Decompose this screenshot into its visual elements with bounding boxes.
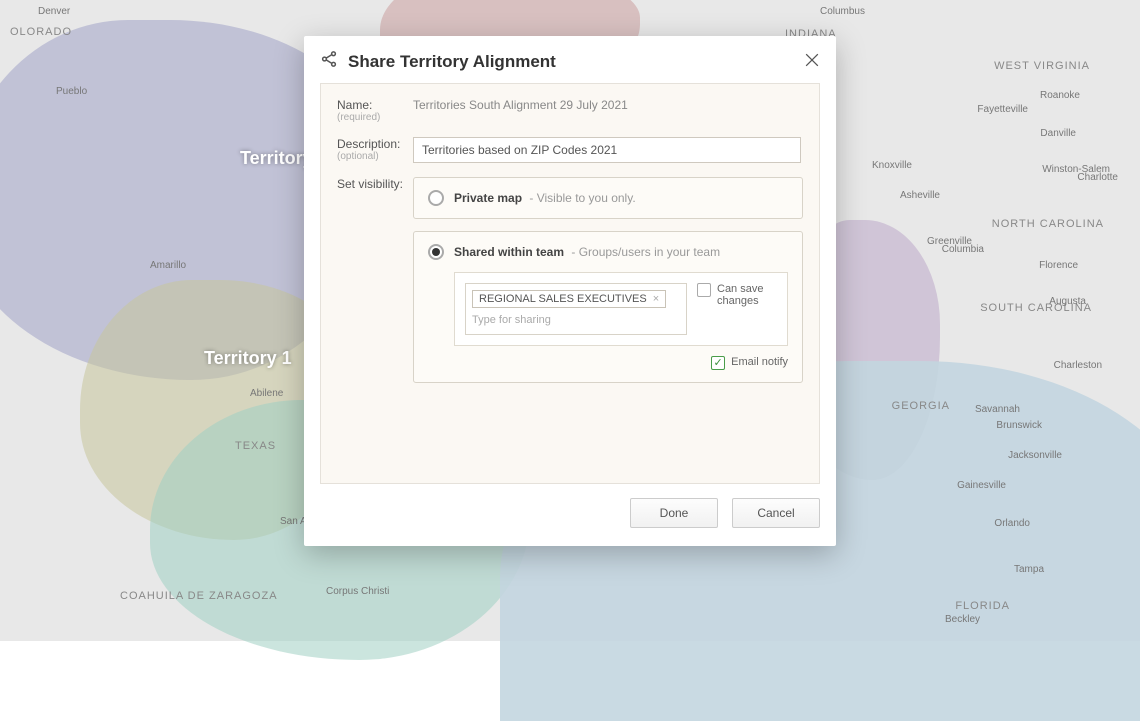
- name-label: Name: (required): [337, 98, 413, 123]
- city-label: Knoxville: [872, 160, 912, 171]
- email-notify-label: Email notify: [731, 356, 788, 368]
- state-label: FLORIDA: [955, 600, 1010, 612]
- city-label: Charleston: [1054, 360, 1102, 371]
- recipient-tag[interactable]: REGIONAL SALES EXECUTIVES ×: [472, 290, 666, 308]
- state-label: OLORADO: [10, 26, 72, 38]
- city-label: Tampa: [1014, 564, 1044, 575]
- can-save-label: Can save changes: [717, 283, 777, 307]
- shared-title: Shared within team: [454, 245, 564, 259]
- cancel-button[interactable]: Cancel: [732, 498, 820, 528]
- private-subtitle: - Visible to you only.: [529, 191, 635, 205]
- city-label: Columbus: [820, 6, 865, 17]
- territory-label: Territory 1: [204, 348, 292, 369]
- dialog-header: Share Territory Alignment: [304, 36, 836, 83]
- state-label: GEORGIA: [892, 400, 950, 412]
- city-label: Brunswick: [996, 420, 1042, 431]
- visibility-private-option[interactable]: Private map - Visible to you only.: [413, 177, 803, 219]
- city-label: Augusta: [1049, 296, 1086, 307]
- city-label: Savannah: [975, 404, 1020, 415]
- can-save-checkbox[interactable]: Can save changes: [697, 283, 777, 307]
- state-label: WEST VIRGINIA: [994, 60, 1090, 72]
- recipients-placeholder: Type for sharing: [472, 314, 680, 326]
- name-value: Territories South Alignment 29 July 2021: [413, 98, 803, 112]
- state-label: NORTH CAROLINA: [992, 218, 1104, 230]
- dialog-title: Share Territory Alignment: [348, 52, 556, 72]
- city-label: Denver: [38, 6, 70, 17]
- city-label: Gainesville: [957, 480, 1006, 491]
- recipient-tag-label: REGIONAL SALES EXECUTIVES: [479, 293, 647, 305]
- city-label: Danville: [1040, 128, 1076, 139]
- email-notify-checkbox[interactable]: Email notify: [711, 356, 788, 370]
- city-label: Beckley: [945, 614, 980, 625]
- shared-subtitle: - Groups/users in your team: [571, 245, 720, 259]
- remove-tag-icon[interactable]: ×: [653, 293, 659, 305]
- city-label: Amarillo: [150, 260, 186, 271]
- private-title: Private map: [454, 191, 522, 205]
- city-label: Orlando: [994, 518, 1030, 529]
- city-label: Roanoke: [1040, 90, 1080, 101]
- dialog-body: Name: (required) Territories South Align…: [320, 83, 820, 484]
- city-label: Greenville: [927, 236, 972, 247]
- checkbox-icon: [711, 356, 725, 370]
- city-label: Jacksonville: [1008, 450, 1062, 461]
- description-input[interactable]: [413, 137, 801, 163]
- done-button[interactable]: Done: [630, 498, 718, 528]
- dialog-footer: Done Cancel: [304, 484, 836, 546]
- city-label: Pueblo: [56, 86, 87, 97]
- city-label: Corpus Christi: [326, 586, 389, 597]
- description-label: Description: (optional): [337, 137, 413, 162]
- share-dialog: Share Territory Alignment Name: (require…: [304, 36, 836, 546]
- city-label: Fayetteville: [977, 104, 1028, 115]
- radio-icon: [428, 244, 444, 260]
- checkbox-icon: [697, 283, 711, 297]
- city-label: Winston-Salem: [1042, 164, 1110, 175]
- share-icon: [320, 50, 338, 73]
- share-details: REGIONAL SALES EXECUTIVES × Type for sha…: [454, 272, 788, 346]
- state-label: TEXAS: [235, 440, 276, 452]
- state-label: COAHUILA DE ZARAGOZA: [120, 590, 278, 602]
- city-label: Florence: [1039, 260, 1078, 271]
- city-label: Asheville: [900, 190, 940, 201]
- close-button[interactable]: [802, 50, 822, 75]
- city-label: Abilene: [250, 388, 283, 399]
- radio-icon: [428, 190, 444, 206]
- visibility-shared-option[interactable]: Shared within team - Groups/users in you…: [413, 231, 803, 383]
- visibility-label: Set visibility:: [337, 177, 413, 191]
- share-recipients-input[interactable]: REGIONAL SALES EXECUTIVES × Type for sha…: [465, 283, 687, 335]
